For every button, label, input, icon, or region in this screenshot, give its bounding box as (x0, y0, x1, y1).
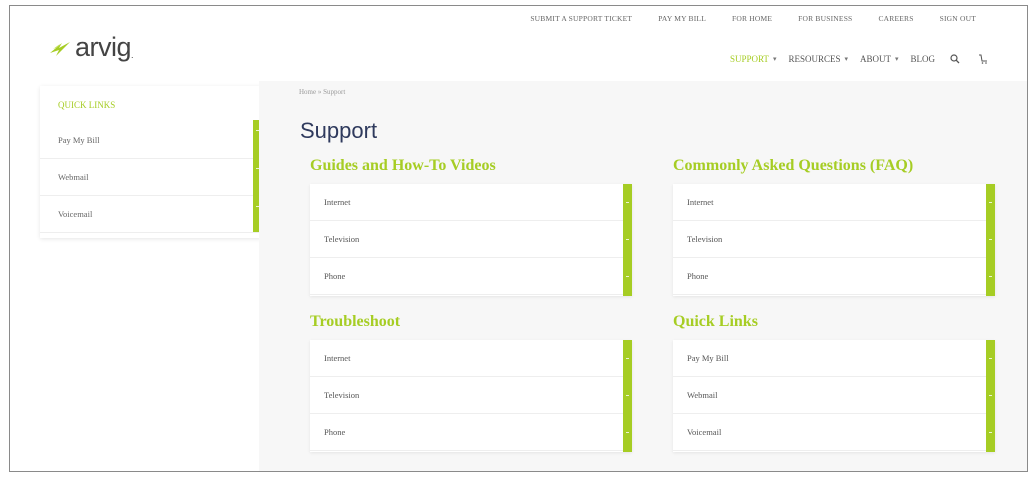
quick-links-item-webmail[interactable]: Webmail (673, 377, 995, 414)
guides-item-television[interactable]: Television (310, 221, 632, 258)
troubleshoot-item-phone[interactable]: Phone (310, 414, 632, 451)
utility-link-for-business[interactable]: FOR BUSINESS (785, 14, 865, 23)
card-guides: Internet Television Phone (310, 184, 632, 296)
chevron-down-icon: ▾ (844, 55, 848, 63)
sidebar-item-pay-my-bill[interactable]: Pay My Bill (40, 122, 262, 159)
sidebar-quick-links: QUICK LINKS Pay My Bill Webmail Voicemai… (40, 86, 262, 238)
quick-links-item-pay-my-bill[interactable]: Pay My Bill (673, 340, 995, 377)
breadcrumb: Home » Support (299, 88, 345, 96)
card-accent-bar (986, 184, 995, 296)
sidebar-item-voicemail[interactable]: Voicemail (40, 196, 262, 233)
card-quick-links: Pay My Bill Webmail Voicemail (673, 340, 995, 452)
guides-item-internet[interactable]: Internet (310, 184, 632, 221)
section-heading-guides: Guides and How-To Videos (310, 157, 496, 174)
faq-item-internet[interactable]: Internet (673, 184, 995, 221)
nav-blog-label: BLOG (910, 54, 936, 64)
section-heading-troubleshoot: Troubleshoot (310, 313, 401, 330)
utility-link-for-home[interactable]: FOR HOME (719, 14, 785, 23)
utility-link-support-ticket[interactable]: SUBMIT A SUPPORT TICKET (517, 14, 645, 23)
card-troubleshoot: Internet Television Phone (310, 340, 632, 452)
section-heading-faq: Commonly Asked Questions (FAQ) (673, 157, 914, 174)
nav-about-label: ABOUT (859, 54, 891, 64)
card-accent-bar (986, 340, 995, 452)
sidebar-item-webmail[interactable]: Webmail (40, 159, 262, 196)
breadcrumb-separator: » (317, 88, 322, 96)
utility-links: SUBMIT A SUPPORT TICKET PAY MY BILL FOR … (517, 14, 989, 23)
faq-item-television[interactable]: Television (673, 221, 995, 258)
browser-frame: SUBMIT A SUPPORT TICKET PAY MY BILL FOR … (9, 5, 1028, 472)
nav-resources-label: RESOURCES (788, 54, 841, 64)
troubleshoot-item-internet[interactable]: Internet (310, 340, 632, 377)
utility-link-careers[interactable]: CAREERS (865, 14, 926, 23)
nav-resources[interactable]: RESOURCES ▾ (782, 54, 854, 64)
utility-link-sign-out[interactable]: SIGN OUT (927, 14, 989, 23)
arvig-logo[interactable]: arvig . (48, 32, 134, 63)
search-icon[interactable] (941, 54, 969, 64)
nav-support[interactable]: SUPPORT ▾ (724, 54, 783, 64)
chevron-down-icon: ▾ (894, 55, 899, 63)
card-faq: Internet Television Phone (673, 184, 995, 296)
page-title: Support (300, 118, 378, 143)
main-content: Home » Support Support Guides and How-To… (259, 81, 1027, 471)
troubleshoot-item-television[interactable]: Television (310, 377, 632, 414)
chevron-down-icon: ▾ (772, 55, 777, 63)
guides-item-phone[interactable]: Phone (310, 258, 632, 295)
card-accent-bar (623, 184, 632, 296)
nav-blog[interactable]: BLOG (905, 54, 942, 64)
lightning-logo-icon (48, 37, 72, 59)
utility-bar: SUBMIT A SUPPORT TICKET PAY MY BILL FOR … (10, 6, 1027, 36)
logo-dot: . (131, 49, 134, 60)
section-heading-quick-links: Quick Links (673, 313, 758, 330)
logo-text: arvig (75, 32, 132, 62)
sidebar-heading: QUICK LINKS (58, 100, 116, 110)
faq-item-phone[interactable]: Phone (673, 258, 995, 295)
main-nav: SUPPORT ▾ RESOURCES ▾ ABOUT ▾ BLOG (724, 54, 997, 64)
breadcrumb-current: Support (323, 88, 346, 96)
utility-link-pay-bill[interactable]: PAY MY BILL (645, 14, 719, 23)
nav-about[interactable]: ABOUT ▾ (854, 54, 905, 64)
cart-icon[interactable] (969, 54, 997, 64)
card-accent-bar (623, 340, 632, 452)
breadcrumb-home[interactable]: Home (299, 88, 316, 96)
quick-links-item-voicemail[interactable]: Voicemail (673, 414, 995, 451)
nav-support-label: SUPPORT (729, 54, 769, 64)
